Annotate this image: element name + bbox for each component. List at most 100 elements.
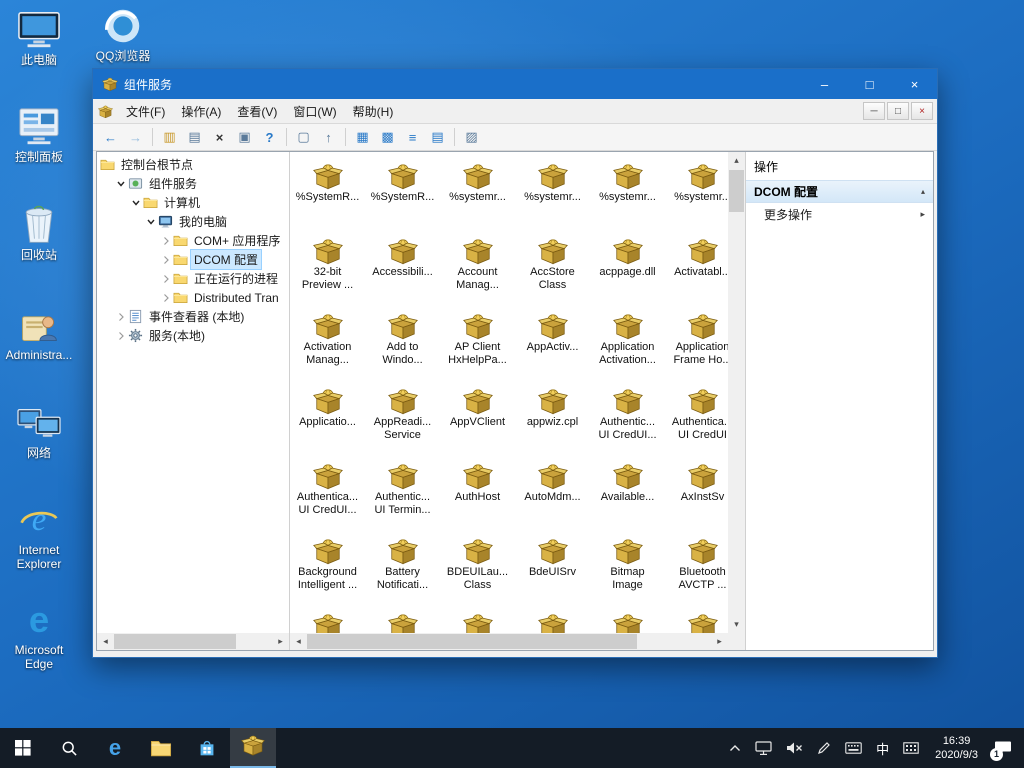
dcom-item[interactable]: ActivationManag... (290, 310, 365, 385)
dcom-item[interactable] (515, 610, 590, 633)
desktop-icon-microsoft-edge[interactable]: eMicrosoft Edge (2, 598, 76, 671)
scroll-up-icon[interactable]: ▴ (728, 152, 745, 169)
mdi-minimize-button[interactable]: ─ (863, 102, 885, 120)
view-list-button[interactable]: ≡ (401, 126, 424, 148)
dcom-item[interactable]: %SystemR... (365, 160, 440, 235)
scroll-left-icon[interactable]: ◂ (97, 633, 114, 650)
menu-view[interactable]: 查看(V) (229, 99, 285, 123)
tree-item-my-computer[interactable]: 我的电脑 (97, 212, 289, 231)
scrollbar-thumb[interactable] (307, 634, 637, 649)
vertical-scrollbar[interactable]: ▴ ▾ (728, 152, 745, 633)
tree-item-component-services[interactable]: 组件服务 (97, 174, 289, 193)
view-details-button[interactable]: ▤ (426, 126, 449, 148)
tree-item-dcom-config[interactable]: DCOM 配置 (97, 250, 289, 269)
dcom-item[interactable]: BatteryNotificati... (365, 535, 440, 610)
menu-window[interactable]: 窗口(W) (285, 99, 344, 123)
customize-button[interactable]: ▨ (460, 126, 483, 148)
tree-item-event-viewer[interactable]: 事件查看器 (本地) (97, 307, 289, 326)
dcom-item[interactable]: %systemr... (515, 160, 590, 235)
console-tree-button[interactable]: ▥ (158, 126, 181, 148)
dcom-item[interactable]: AuthHost (440, 460, 515, 535)
desktop-icon-control-panel[interactable]: 控制面板 (2, 105, 76, 164)
dcom-item[interactable]: Authentica...UI CredUI... (290, 460, 365, 535)
minimize-button[interactable]: – (802, 69, 847, 99)
taskbar-file-explorer-button[interactable] (138, 728, 184, 768)
horizontal-scrollbar[interactable]: ◂ ▸ (290, 633, 728, 650)
delete-button[interactable]: × (208, 126, 231, 148)
dcom-item[interactable]: BDEUILau...Class (440, 535, 515, 610)
dcom-item[interactable]: ApplicationActivation... (590, 310, 665, 385)
dcom-item[interactable]: Authentica...UI CredUI (665, 385, 728, 460)
notification-center-button[interactable]: 1 (987, 728, 1019, 768)
desktop-icon-this-pc[interactable]: 此电脑 (2, 8, 76, 67)
help-button[interactable]: ? (258, 126, 281, 148)
forward-button[interactable]: → (124, 126, 147, 148)
dcom-item[interactable] (590, 610, 665, 633)
mdi-close-button[interactable]: × (911, 102, 933, 120)
scroll-right-icon[interactable]: ▸ (711, 633, 728, 650)
dcom-item[interactable]: AutoMdm... (515, 460, 590, 535)
desktop-icon-internet-explorer[interactable]: eInternet Explorer (2, 498, 76, 571)
export-list-button[interactable]: ▤ (183, 126, 206, 148)
dcom-item[interactable]: Authentic...UI CredUI... (590, 385, 665, 460)
menu-action[interactable]: 操作(A) (173, 99, 229, 123)
collapse-section-icon[interactable]: ▴ (921, 187, 925, 196)
more-actions-item[interactable]: 更多操作 ▸ (746, 203, 933, 225)
expand-arrow-icon[interactable] (114, 312, 127, 322)
start-button[interactable] (0, 728, 46, 768)
dcom-item[interactable] (665, 610, 728, 633)
dcom-item[interactable]: %SystemR... (290, 160, 365, 235)
dcom-item[interactable]: Accessibili... (365, 235, 440, 310)
mdi-restore-button[interactable]: □ (887, 102, 909, 120)
scrollbar-thumb[interactable] (114, 634, 236, 649)
dcom-item[interactable]: AccStoreClass (515, 235, 590, 310)
dcom-item[interactable] (365, 610, 440, 633)
new-window-button[interactable]: ▢ (292, 126, 315, 148)
maximize-button[interactable]: □ (847, 69, 892, 99)
desktop-icon-recycle-bin[interactable]: 回收站 (2, 203, 76, 262)
dcom-item[interactable]: AppActiv... (515, 310, 590, 385)
dcom-item[interactable]: AppVClient (440, 385, 515, 460)
dcom-item[interactable]: Authentic...UI Termin... (365, 460, 440, 535)
dcom-item[interactable] (290, 610, 365, 633)
volume-muted-icon[interactable] (779, 728, 810, 768)
dcom-item[interactable]: acppage.dll (590, 235, 665, 310)
dcom-item[interactable]: AxInstSv (665, 460, 728, 535)
expand-arrow-icon[interactable] (159, 293, 172, 303)
taskbar-store-button[interactable] (184, 728, 230, 768)
scroll-left-icon[interactable]: ◂ (290, 633, 307, 650)
collapse-arrow-icon[interactable] (114, 179, 127, 189)
dcom-item[interactable]: Activatabl... (665, 235, 728, 310)
dcom-item[interactable]: Applicatio... (290, 385, 365, 460)
tree-item-running-processes[interactable]: 正在运行的进程 (97, 269, 289, 288)
dcom-item[interactable]: BackgroundIntelligent ... (290, 535, 365, 610)
taskbar-edge-button[interactable]: e (92, 728, 138, 768)
desktop-icon-network[interactable]: 网络 (2, 401, 76, 460)
expand-arrow-icon[interactable] (159, 274, 172, 284)
tree-item-console-root[interactable]: 控制台根节点 (97, 155, 289, 174)
desktop-icon-administrator[interactable]: Administra... (2, 303, 76, 362)
scroll-right-icon[interactable]: ▸ (272, 633, 289, 650)
dcom-item[interactable]: AP ClientHxHelpPa... (440, 310, 515, 385)
view-large-icons-button[interactable]: ▦ (351, 126, 374, 148)
dcom-item[interactable]: BdeUISrv (515, 535, 590, 610)
ime-mode-button[interactable]: 中 (869, 728, 896, 768)
dcom-item[interactable] (440, 610, 515, 633)
keyboard-icon[interactable] (838, 728, 869, 768)
expand-arrow-icon[interactable] (114, 331, 127, 341)
search-button[interactable] (46, 728, 92, 768)
dcom-item[interactable]: Available... (590, 460, 665, 535)
collapse-arrow-icon[interactable] (144, 217, 157, 227)
dcom-item[interactable]: ApplicationFrame Ho... (665, 310, 728, 385)
actions-section-dcom-config[interactable]: DCOM 配置 ▴ (746, 180, 933, 203)
dcom-item[interactable]: %systemr... (440, 160, 515, 235)
tree-item-computers[interactable]: 计算机 (97, 193, 289, 212)
touch-keyboard-button[interactable] (896, 728, 926, 768)
scrollbar-thumb[interactable] (729, 170, 744, 212)
dcom-item[interactable]: AppReadi...Service (365, 385, 440, 460)
tree-item-distributed-transaction[interactable]: Distributed Tran (97, 288, 289, 307)
back-button[interactable]: ← (99, 126, 122, 148)
dcom-item[interactable]: Add toWindo... (365, 310, 440, 385)
hidden-icons-button[interactable] (722, 728, 748, 768)
dcom-item[interactable]: %systemr... (665, 160, 728, 235)
